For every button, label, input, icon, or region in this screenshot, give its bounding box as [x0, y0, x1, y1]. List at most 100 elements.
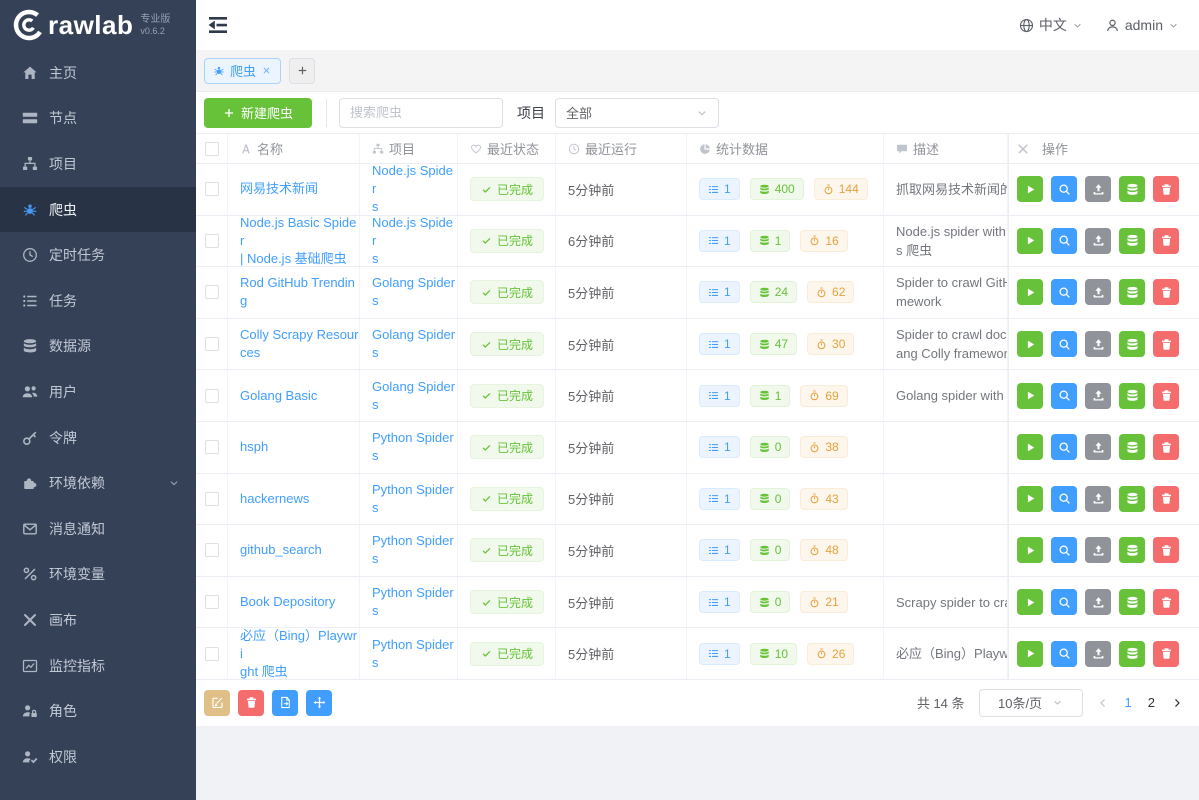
- next-page-button[interactable]: [1171, 697, 1183, 709]
- sidebar-item-projects[interactable]: 项目: [0, 141, 196, 187]
- view-button[interactable]: [1051, 485, 1077, 512]
- tasks-count-chip[interactable]: 1: [699, 178, 740, 201]
- data-button[interactable]: [1119, 589, 1145, 616]
- results-count-chip[interactable]: 0: [749, 436, 791, 459]
- run-button[interactable]: [1017, 176, 1043, 203]
- duration-chip[interactable]: 69: [800, 384, 848, 407]
- row-checkbox[interactable]: [204, 646, 219, 661]
- run-button[interactable]: [1017, 537, 1043, 564]
- data-button[interactable]: [1119, 485, 1145, 512]
- page-size-select[interactable]: 10条/页: [978, 688, 1083, 717]
- sidebar-item-notifications[interactable]: 消息通知: [0, 506, 196, 552]
- results-count-chip[interactable]: 0: [749, 487, 791, 510]
- run-button[interactable]: [1017, 640, 1043, 667]
- sidebar-item-permissions[interactable]: 权限: [0, 734, 196, 780]
- row-checkbox[interactable]: [204, 337, 219, 352]
- spider-name-link[interactable]: 网易技术新闻: [240, 180, 318, 198]
- view-button[interactable]: [1051, 331, 1077, 358]
- data-button[interactable]: [1119, 331, 1145, 358]
- upload-button[interactable]: [1085, 589, 1111, 616]
- duration-chip[interactable]: 21: [800, 591, 848, 614]
- project-link[interactable]: Node.js Spider s: [372, 164, 457, 215]
- view-button[interactable]: [1051, 434, 1077, 461]
- tasks-count-chip[interactable]: 1: [699, 436, 740, 459]
- sidebar-item-dependencies[interactable]: 环境依赖: [0, 460, 196, 506]
- duration-chip[interactable]: 16: [800, 229, 848, 252]
- user-menu[interactable]: admin: [1105, 17, 1179, 33]
- data-button[interactable]: [1119, 227, 1145, 254]
- sidebar-item-users[interactable]: 用户: [0, 369, 196, 415]
- upload-button[interactable]: [1085, 176, 1111, 203]
- spider-name-link[interactable]: Node.js Basic Spider | Node.js 基础爬虫: [240, 216, 359, 267]
- upload-button[interactable]: [1085, 485, 1111, 512]
- results-count-chip[interactable]: 400: [749, 178, 804, 201]
- view-button[interactable]: [1051, 279, 1077, 306]
- tasks-count-chip[interactable]: 1: [699, 281, 740, 304]
- run-button[interactable]: [1017, 279, 1043, 306]
- duration-chip[interactable]: 43: [800, 487, 848, 510]
- delete-button[interactable]: [1153, 331, 1179, 358]
- sidebar-item-tokens[interactable]: 令牌: [0, 415, 196, 461]
- data-button[interactable]: [1119, 640, 1145, 667]
- duration-chip[interactable]: 30: [807, 333, 855, 356]
- data-button[interactable]: [1119, 434, 1145, 461]
- project-link[interactable]: Python Spider s: [372, 429, 454, 465]
- spider-name-link[interactable]: github_search: [240, 541, 322, 559]
- sidebar-item-metrics[interactable]: 监控指标: [0, 643, 196, 689]
- data-button[interactable]: [1119, 279, 1145, 306]
- tasks-count-chip[interactable]: 1: [699, 642, 740, 665]
- spider-name-link[interactable]: Golang Basic: [240, 387, 317, 405]
- spider-name-link[interactable]: Book Depository: [240, 593, 335, 611]
- project-link[interactable]: Golang Spider s: [372, 378, 455, 414]
- spider-name-link[interactable]: Rod GitHub Trending: [240, 274, 359, 310]
- add-tab-button[interactable]: [289, 57, 316, 84]
- sidebar-item-spiders[interactable]: 爬虫: [0, 186, 196, 233]
- duration-chip[interactable]: 144: [813, 178, 868, 201]
- bulk-move-button[interactable]: [306, 689, 332, 716]
- delete-button[interactable]: [1153, 382, 1179, 409]
- upload-button[interactable]: [1085, 640, 1111, 667]
- upload-button[interactable]: [1085, 434, 1111, 461]
- tasks-count-chip[interactable]: 1: [699, 591, 740, 614]
- project-link[interactable]: Node.js Spider s: [372, 216, 457, 267]
- upload-button[interactable]: [1085, 279, 1111, 306]
- tasks-count-chip[interactable]: 1: [699, 333, 740, 356]
- view-button[interactable]: [1051, 382, 1077, 409]
- results-count-chip[interactable]: 1: [749, 229, 791, 252]
- sidebar-item-schedules[interactable]: 定时任务: [0, 232, 196, 278]
- row-checkbox[interactable]: [204, 285, 219, 300]
- view-button[interactable]: [1051, 537, 1077, 564]
- tasks-count-chip[interactable]: 1: [699, 487, 740, 510]
- run-button[interactable]: [1017, 434, 1043, 461]
- row-checkbox[interactable]: [204, 440, 219, 455]
- delete-button[interactable]: [1153, 227, 1179, 254]
- upload-button[interactable]: [1085, 537, 1111, 564]
- new-spider-button[interactable]: 新建爬虫: [204, 97, 313, 128]
- sidebar-item-tasks[interactable]: 任务: [0, 278, 196, 324]
- spider-name-link[interactable]: Colly Scrapy Resour ces: [240, 326, 359, 362]
- results-count-chip[interactable]: 24: [749, 281, 798, 304]
- delete-button[interactable]: [1153, 176, 1179, 203]
- spider-name-link[interactable]: 必应（Bing）Playwri ght 爬虫: [240, 628, 359, 679]
- sidebar-item-canvas[interactable]: 画布: [0, 597, 196, 643]
- row-checkbox[interactable]: [204, 388, 219, 403]
- prev-page-button[interactable]: [1097, 697, 1109, 709]
- duration-chip[interactable]: 26: [807, 642, 855, 665]
- run-button[interactable]: [1017, 589, 1043, 616]
- results-count-chip[interactable]: 47: [749, 333, 798, 356]
- results-count-chip[interactable]: 0: [749, 539, 791, 562]
- project-link[interactable]: Golang Spider s: [372, 326, 455, 362]
- spider-name-link[interactable]: hackernews: [240, 490, 309, 508]
- page-button-2[interactable]: 2: [1148, 695, 1155, 710]
- project-link[interactable]: Python Spider s: [372, 481, 454, 517]
- delete-button[interactable]: [1153, 640, 1179, 667]
- delete-button[interactable]: [1153, 434, 1179, 461]
- project-link[interactable]: Golang Spider s: [372, 274, 455, 310]
- tasks-count-chip[interactable]: 1: [699, 229, 740, 252]
- run-button[interactable]: [1017, 382, 1043, 409]
- results-count-chip[interactable]: 0: [749, 591, 791, 614]
- duration-chip[interactable]: 48: [800, 539, 848, 562]
- data-button[interactable]: [1119, 537, 1145, 564]
- language-selector[interactable]: 中文: [1019, 15, 1083, 35]
- project-link[interactable]: Python Spider s: [372, 584, 454, 620]
